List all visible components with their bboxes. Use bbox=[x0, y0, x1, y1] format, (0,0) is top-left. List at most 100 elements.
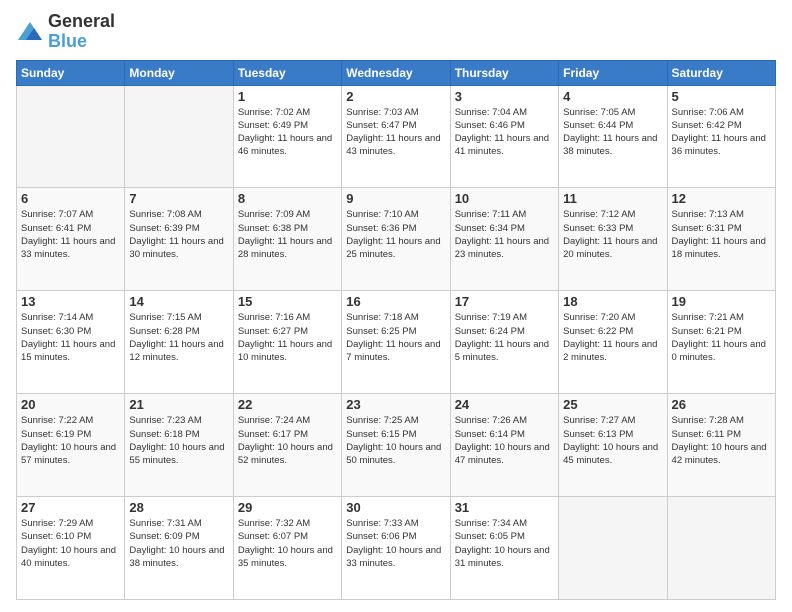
calendar-day: 14 Sunrise: 7:15 AMSunset: 6:28 PMDayligh… bbox=[125, 291, 233, 394]
calendar-day: 3 Sunrise: 7:04 AMSunset: 6:46 PMDaylight… bbox=[450, 85, 558, 188]
logo-icon bbox=[16, 20, 44, 44]
day-info: Sunrise: 7:03 AMSunset: 6:47 PMDaylight:… bbox=[346, 106, 445, 159]
day-info: Sunrise: 7:33 AMSunset: 6:06 PMDaylight:… bbox=[346, 517, 445, 570]
calendar-day bbox=[125, 85, 233, 188]
calendar-day: 10Sunrise: 7:11 AMSunset: 6:34 PMDayligh… bbox=[450, 188, 558, 291]
calendar-day: 26 Sunrise: 7:28 AMSunset: 6:11 PMDayligh… bbox=[667, 394, 775, 497]
day-number: 23 bbox=[346, 397, 445, 412]
day-number: 28 bbox=[129, 500, 228, 515]
calendar-day: 11Sunrise: 7:12 AMSunset: 6:33 PMDayligh… bbox=[559, 188, 667, 291]
calendar-day: 13 Sunrise: 7:14 AMSunset: 6:30 PMDayligh… bbox=[17, 291, 125, 394]
calendar-day: 31Sunrise: 7:34 AMSunset: 6:05 PMDayligh… bbox=[450, 497, 558, 600]
day-info: Sunrise: 7:22 AMSunset: 6:19 PMDaylight:… bbox=[21, 414, 120, 467]
day-info: Sunrise: 7:09 AMSunset: 6:38 PMDaylight:… bbox=[238, 208, 337, 261]
day-info: Sunrise: 7:32 AMSunset: 6:07 PMDaylight:… bbox=[238, 517, 337, 570]
calendar-day: 1 Sunrise: 7:02 AMSunset: 6:49 PMDaylight… bbox=[233, 85, 341, 188]
day-number: 11 bbox=[563, 191, 662, 206]
calendar-day: 9 Sunrise: 7:10 AMSunset: 6:36 PMDaylight… bbox=[342, 188, 450, 291]
day-info: Sunrise: 7:25 AMSunset: 6:15 PMDaylight:… bbox=[346, 414, 445, 467]
calendar-day bbox=[559, 497, 667, 600]
day-info: Sunrise: 7:24 AMSunset: 6:17 PMDaylight:… bbox=[238, 414, 337, 467]
logo-text: General Blue bbox=[48, 12, 115, 52]
calendar-day: 23 Sunrise: 7:25 AMSunset: 6:15 PMDayligh… bbox=[342, 394, 450, 497]
day-header: Wednesday bbox=[342, 60, 450, 85]
page: General Blue SundayMondayTuesdayWednesda… bbox=[0, 0, 792, 612]
day-header: Saturday bbox=[667, 60, 775, 85]
day-info: Sunrise: 7:08 AMSunset: 6:39 PMDaylight:… bbox=[129, 208, 228, 261]
day-info: Sunrise: 7:31 AMSunset: 6:09 PMDaylight:… bbox=[129, 517, 228, 570]
day-number: 29 bbox=[238, 500, 337, 515]
calendar-day: 20 Sunrise: 7:22 AMSunset: 6:19 PMDayligh… bbox=[17, 394, 125, 497]
day-number: 3 bbox=[455, 89, 554, 104]
calendar-day: 17 Sunrise: 7:19 AMSunset: 6:24 PMDayligh… bbox=[450, 291, 558, 394]
day-number: 19 bbox=[672, 294, 771, 309]
day-number: 20 bbox=[21, 397, 120, 412]
day-header: Monday bbox=[125, 60, 233, 85]
day-info: Sunrise: 7:21 AMSunset: 6:21 PMDaylight:… bbox=[672, 311, 771, 364]
day-info: Sunrise: 7:23 AMSunset: 6:18 PMDaylight:… bbox=[129, 414, 228, 467]
day-header: Tuesday bbox=[233, 60, 341, 85]
day-number: 10 bbox=[455, 191, 554, 206]
day-number: 27 bbox=[21, 500, 120, 515]
calendar-week: 1 Sunrise: 7:02 AMSunset: 6:49 PMDaylight… bbox=[17, 85, 776, 188]
day-number: 7 bbox=[129, 191, 228, 206]
day-number: 13 bbox=[21, 294, 120, 309]
day-number: 4 bbox=[563, 89, 662, 104]
calendar-day: 27 Sunrise: 7:29 AMSunset: 6:10 PMDayligh… bbox=[17, 497, 125, 600]
calendar-day: 2 Sunrise: 7:03 AMSunset: 6:47 PMDaylight… bbox=[342, 85, 450, 188]
day-header: Thursday bbox=[450, 60, 558, 85]
day-info: Sunrise: 7:04 AMSunset: 6:46 PMDaylight:… bbox=[455, 106, 554, 159]
day-number: 2 bbox=[346, 89, 445, 104]
day-number: 31 bbox=[455, 500, 554, 515]
day-number: 8 bbox=[238, 191, 337, 206]
day-info: Sunrise: 7:19 AMSunset: 6:24 PMDaylight:… bbox=[455, 311, 554, 364]
day-number: 15 bbox=[238, 294, 337, 309]
day-number: 14 bbox=[129, 294, 228, 309]
day-number: 9 bbox=[346, 191, 445, 206]
day-number: 1 bbox=[238, 89, 337, 104]
day-number: 6 bbox=[21, 191, 120, 206]
day-info: Sunrise: 7:14 AMSunset: 6:30 PMDaylight:… bbox=[21, 311, 120, 364]
day-number: 5 bbox=[672, 89, 771, 104]
day-info: Sunrise: 7:02 AMSunset: 6:49 PMDaylight:… bbox=[238, 106, 337, 159]
day-number: 18 bbox=[563, 294, 662, 309]
day-number: 30 bbox=[346, 500, 445, 515]
calendar-day: 16 Sunrise: 7:18 AMSunset: 6:25 PMDayligh… bbox=[342, 291, 450, 394]
day-number: 17 bbox=[455, 294, 554, 309]
calendar-day: 22Sunrise: 7:24 AMSunset: 6:17 PMDayligh… bbox=[233, 394, 341, 497]
day-info: Sunrise: 7:16 AMSunset: 6:27 PMDaylight:… bbox=[238, 311, 337, 364]
logo: General Blue bbox=[16, 12, 115, 52]
day-header: Sunday bbox=[17, 60, 125, 85]
day-info: Sunrise: 7:27 AMSunset: 6:13 PMDaylight:… bbox=[563, 414, 662, 467]
calendar-day: 15 Sunrise: 7:16 AMSunset: 6:27 PMDayligh… bbox=[233, 291, 341, 394]
day-number: 16 bbox=[346, 294, 445, 309]
day-info: Sunrise: 7:28 AMSunset: 6:11 PMDaylight:… bbox=[672, 414, 771, 467]
day-info: Sunrise: 7:20 AMSunset: 6:22 PMDaylight:… bbox=[563, 311, 662, 364]
calendar-week: 6Sunrise: 7:07 AMSunset: 6:41 PMDaylight… bbox=[17, 188, 776, 291]
day-info: Sunrise: 7:29 AMSunset: 6:10 PMDaylight:… bbox=[21, 517, 120, 570]
header: General Blue bbox=[16, 12, 776, 52]
calendar-day: 4 Sunrise: 7:05 AMSunset: 6:44 PMDaylight… bbox=[559, 85, 667, 188]
day-info: Sunrise: 7:13 AMSunset: 6:31 PMDaylight:… bbox=[672, 208, 771, 261]
calendar-day: 8 Sunrise: 7:09 AMSunset: 6:38 PMDaylight… bbox=[233, 188, 341, 291]
calendar-day: 18 Sunrise: 7:20 AMSunset: 6:22 PMDayligh… bbox=[559, 291, 667, 394]
calendar-day: 7 Sunrise: 7:08 AMSunset: 6:39 PMDaylight… bbox=[125, 188, 233, 291]
calendar-week: 20 Sunrise: 7:22 AMSunset: 6:19 PMDayligh… bbox=[17, 394, 776, 497]
day-info: Sunrise: 7:06 AMSunset: 6:42 PMDaylight:… bbox=[672, 106, 771, 159]
day-info: Sunrise: 7:10 AMSunset: 6:36 PMDaylight:… bbox=[346, 208, 445, 261]
day-header: Friday bbox=[559, 60, 667, 85]
calendar-day: 28 Sunrise: 7:31 AMSunset: 6:09 PMDayligh… bbox=[125, 497, 233, 600]
calendar-day: 6Sunrise: 7:07 AMSunset: 6:41 PMDaylight… bbox=[17, 188, 125, 291]
calendar-day bbox=[667, 497, 775, 600]
day-info: Sunrise: 7:05 AMSunset: 6:44 PMDaylight:… bbox=[563, 106, 662, 159]
calendar-day: 30 Sunrise: 7:33 AMSunset: 6:06 PMDayligh… bbox=[342, 497, 450, 600]
day-number: 12 bbox=[672, 191, 771, 206]
day-number: 21 bbox=[129, 397, 228, 412]
calendar-week: 13 Sunrise: 7:14 AMSunset: 6:30 PMDayligh… bbox=[17, 291, 776, 394]
calendar: SundayMondayTuesdayWednesdayThursdayFrid… bbox=[16, 60, 776, 600]
calendar-day: 12 Sunrise: 7:13 AMSunset: 6:31 PMDayligh… bbox=[667, 188, 775, 291]
calendar-day bbox=[17, 85, 125, 188]
day-number: 26 bbox=[672, 397, 771, 412]
day-info: Sunrise: 7:15 AMSunset: 6:28 PMDaylight:… bbox=[129, 311, 228, 364]
day-info: Sunrise: 7:18 AMSunset: 6:25 PMDaylight:… bbox=[346, 311, 445, 364]
